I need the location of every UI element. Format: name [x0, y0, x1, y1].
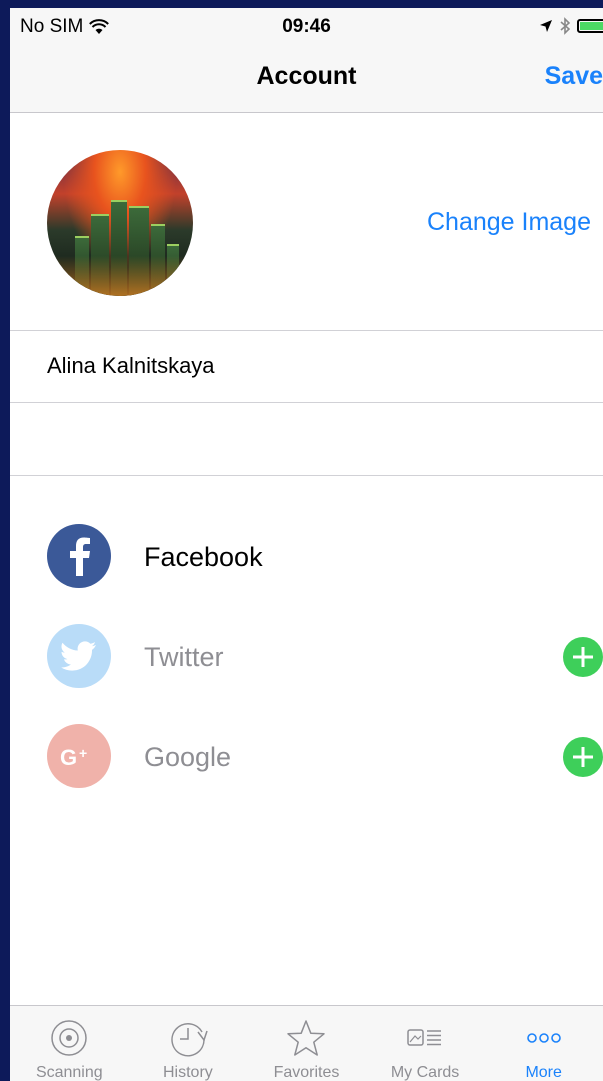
star-icon: [287, 1020, 326, 1056]
name-field[interactable]: Alina Kalnitskaya: [47, 353, 215, 379]
tab-my-cards[interactable]: My Cards: [366, 1006, 485, 1081]
history-icon: [171, 1023, 208, 1057]
status-time: 09:46: [282, 16, 331, 37]
tab-scanning[interactable]: Scanning: [10, 1006, 129, 1081]
avatar[interactable]: [47, 150, 193, 296]
tab-label: Favorites: [273, 1064, 340, 1081]
divider: [10, 330, 603, 331]
save-button[interactable]: Save: [545, 62, 603, 91]
more-icon: [526, 1033, 561, 1043]
tab-label: My Cards: [390, 1064, 460, 1081]
tab-favorites[interactable]: Favorites: [247, 1006, 366, 1081]
status-bar: No SIM 09:46: [10, 8, 603, 48]
social-label: Facebook: [144, 542, 263, 572]
social-row-twitter[interactable]: Twitter: [47, 624, 603, 688]
page-title: Account: [256, 62, 357, 90]
tab-label: History: [163, 1064, 213, 1081]
social-row-facebook[interactable]: Facebook: [47, 524, 603, 588]
change-image-button[interactable]: Change Image: [427, 208, 591, 237]
location-arrow-icon: [540, 20, 552, 32]
svg-text:G: G: [60, 745, 77, 768]
divider: [10, 475, 603, 476]
google-plus-icon: G +: [47, 724, 111, 788]
tab-history[interactable]: History: [129, 1006, 248, 1081]
cards-icon: [407, 1029, 442, 1046]
tab-bar: Scanning History Favorites My Cards More: [10, 1005, 603, 1081]
bluetooth-icon: [560, 17, 571, 35]
tab-more[interactable]: More: [484, 1006, 603, 1081]
add-twitter-button[interactable]: [563, 637, 603, 677]
tab-label: Scanning: [35, 1064, 103, 1081]
divider: [10, 402, 603, 403]
tab-label: More: [525, 1064, 562, 1081]
status-right: [539, 17, 603, 35]
add-google-button[interactable]: [563, 737, 603, 777]
social-label: Google: [144, 742, 232, 772]
battery-icon: [577, 19, 603, 33]
social-row-google[interactable]: G + Google: [47, 724, 603, 788]
twitter-icon: [47, 624, 111, 688]
facebook-icon: [47, 524, 111, 588]
social-label: Twitter: [144, 642, 224, 672]
navigation-bar: Account Save: [10, 48, 603, 113]
scan-icon: [51, 1020, 88, 1056]
account-screen: No SIM 09:46 Account Save Change Image A…: [10, 8, 603, 1081]
svg-text:+: +: [79, 745, 87, 761]
